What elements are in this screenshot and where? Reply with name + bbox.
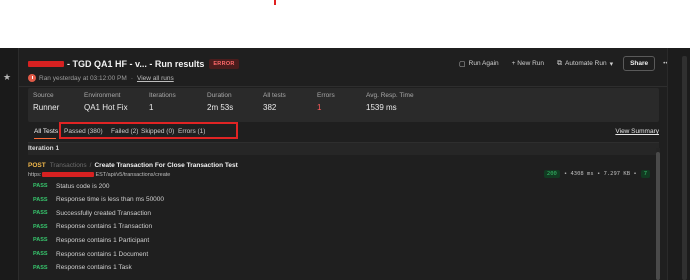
stat-value: QA1 Hot Fix — [84, 103, 128, 112]
redacted-host — [42, 172, 95, 177]
pass-badge: PASS — [33, 264, 48, 271]
stat-label: Iterations — [149, 92, 176, 99]
automate-run-label: Automate Run — [565, 60, 607, 67]
iteration-title: Iteration 1 — [28, 145, 60, 152]
result-tabs: All Tests Passed (380) Failed (2) Skippe… — [28, 122, 659, 142]
iteration-header[interactable]: Iteration 1 — [28, 143, 659, 155]
pass-badge: PASS — [33, 196, 48, 203]
stat-label: Errors — [317, 92, 335, 99]
view-all-runs-link[interactable]: View all runs — [137, 75, 174, 82]
stat-value: 1 — [149, 103, 154, 112]
annotation-box — [59, 122, 238, 139]
stat-duration: Duration 2m 53s — [207, 92, 233, 112]
status-code-badge: 200 — [543, 170, 560, 178]
run-status-icon — [28, 74, 36, 82]
star-icon[interactable]: ★ — [3, 72, 11, 83]
new-run-button[interactable]: + New Run — [512, 60, 544, 67]
run-again-button[interactable]: ▢ Run Again — [459, 60, 499, 68]
chevron-down-icon: ▾ — [609, 60, 614, 68]
assertion-text: Response time is less than ms 50000 — [56, 196, 165, 204]
request-method: POST — [28, 161, 46, 169]
run-actions: ▢ Run Again + New Run ⧉ Automate Run ▾ S… — [446, 56, 670, 71]
stat-value: 1 — [317, 103, 322, 112]
stat-label: Environment — [84, 92, 121, 99]
assertion-row: PASS Status code is 200 — [33, 181, 109, 191]
stat-environment: Environment QA1 Hot Fix — [84, 92, 128, 112]
active-tab-indicator — [34, 138, 56, 139]
assertion-text: Response contains 1 Participant — [56, 236, 150, 244]
stat-label: Duration — [207, 92, 232, 99]
run-results-panel: - TGD QA1 HF - v... - Run results ERROR … — [19, 48, 690, 280]
runner-results-window: ★ - TGD QA1 HF - v... - Run results ERRO… — [0, 48, 690, 280]
assertion-text: Response contains 1 Document — [56, 250, 149, 258]
page-scrollbar[interactable] — [682, 56, 687, 280]
request-name: Create Transaction For Close Transaction… — [94, 161, 238, 169]
assertion-row: PASS Response contains 1 Document — [33, 249, 148, 259]
run-again-label: Run Again — [468, 60, 499, 67]
pass-badge: PASS — [33, 251, 48, 257]
screenshot-top-margin — [0, 0, 690, 48]
pass-count-badge: 7 — [640, 170, 650, 178]
stat-errors: Errors 1 — [317, 92, 335, 112]
stat-label: Source — [33, 92, 54, 99]
run-title-row: - TGD QA1 HF - v... - Run results ERROR — [28, 57, 239, 71]
stat-value: 2m 53s — [207, 103, 234, 112]
new-run-label: + New Run — [511, 60, 545, 67]
stat-iterations: Iterations 1 — [149, 92, 176, 112]
automate-icon: ⧉ — [557, 59, 563, 67]
stat-value: 382 — [263, 103, 277, 112]
ran-timestamp: Ran yesterday at 03:12:00 PM — [39, 74, 127, 82]
pass-badge: PASS — [33, 183, 48, 189]
tab-all-tests[interactable]: All Tests — [34, 128, 58, 135]
request-folder: Transactions — [49, 161, 87, 169]
view-summary-link[interactable]: View Summary — [615, 128, 659, 135]
stat-all-tests: All tests 382 — [263, 92, 286, 112]
pass-badge: PASS — [33, 210, 48, 217]
stat-value: Runner — [33, 103, 60, 112]
response-stats: • 4308 ms • 7.297 KB • — [563, 171, 637, 177]
assertion-row: PASS Response time is less than ms 50000 — [33, 195, 164, 205]
run-subtitle: Ran yesterday at 03:12:00 PM · View all … — [28, 73, 174, 83]
assertion-row: PASS Successfully created Transaction — [33, 208, 151, 218]
separator-dot: · — [130, 74, 133, 82]
assertion-row: PASS Response contains 1 Task — [33, 263, 132, 273]
annotation-mark — [274, 0, 276, 5]
assertion-text: Response contains 1 Transaction — [56, 223, 153, 231]
url-path: EST/api/v5/transactions/create — [95, 171, 171, 178]
response-meta: 200 • 4308 ms • 7.297 KB • 7 — [543, 170, 650, 178]
header-divider — [19, 86, 690, 87]
automate-run-button[interactable]: ⧉ Automate Run ▾ — [557, 60, 613, 68]
request-url: https: EST/api/v5/transactions/create — [28, 170, 170, 179]
results-scrollbar[interactable] — [656, 152, 660, 280]
redacted-collection-name — [28, 61, 64, 67]
path-separator: / — [89, 161, 92, 169]
assertion-row: PASS Response contains 1 Transaction — [33, 222, 152, 232]
stat-source: Source Runner — [33, 92, 59, 112]
run-again-icon: ▢ — [459, 60, 466, 68]
left-sidebar: ★ — [0, 48, 19, 280]
stat-label: Avg. Resp. Time — [366, 92, 414, 99]
assertion-text: Response contains 1 Task — [56, 264, 132, 272]
pass-badge: PASS — [33, 223, 48, 230]
request-row[interactable]: POST Transactions / Create Transaction F… — [28, 160, 238, 170]
status-badge: ERROR — [209, 59, 239, 69]
assertion-text: Status code is 200 — [56, 182, 110, 190]
right-gutter — [667, 48, 690, 280]
share-button[interactable]: Share — [623, 56, 656, 71]
assertion-row: PASS Response contains 1 Participant — [33, 235, 149, 245]
run-stats-panel: Source Runner Environment QA1 Hot Fix It… — [28, 88, 659, 122]
stat-label: All tests — [263, 92, 286, 99]
run-title: - TGD QA1 HF - v... - Run results — [67, 59, 205, 69]
assertion-text: Successfully created Transaction — [56, 209, 152, 217]
url-prefix: https: — [28, 171, 42, 178]
stat-avg-resp-time: Avg. Resp. Time 1539 ms — [366, 92, 414, 112]
stat-value: 1539 ms — [366, 103, 397, 112]
pass-badge: PASS — [33, 237, 48, 244]
